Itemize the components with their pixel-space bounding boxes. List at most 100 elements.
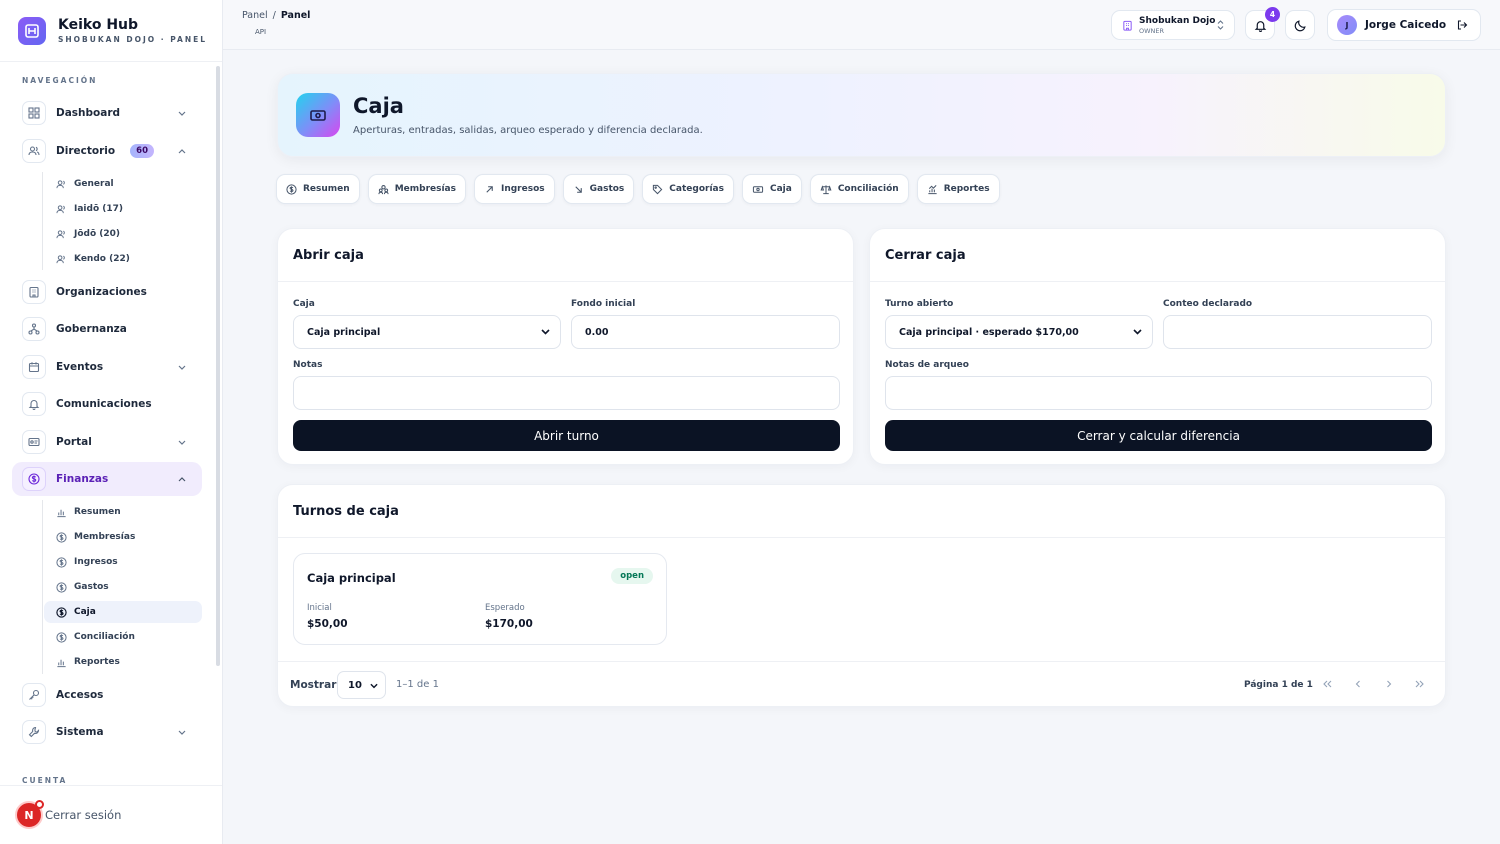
shift-name: Caja principal: [307, 571, 396, 585]
page-size-select[interactable]: 10: [337, 671, 386, 699]
first-page-icon[interactable]: [1317, 674, 1337, 694]
tab-label: Membresías: [394, 184, 456, 194]
tab-conciliacion[interactable]: Conciliación: [809, 174, 909, 204]
status-dot: [35, 800, 44, 809]
users-icon: [54, 204, 68, 215]
caja-select[interactable]: Caja principal: [293, 315, 561, 349]
nav-item-label: Sistema: [56, 726, 104, 738]
logout-row[interactable]: N Cerrar sesión: [0, 785, 222, 844]
network-icon: [22, 317, 46, 341]
sub-item-label: Gastos: [74, 582, 109, 592]
sub-item-ingresos[interactable]: Ingresos: [44, 551, 202, 573]
dollar-circle-icon: [54, 606, 68, 618]
dollar-circle-icon: [54, 556, 68, 568]
user-name: Jorge Caicedo: [1365, 19, 1447, 31]
notas-input[interactable]: [293, 376, 840, 410]
turno-select[interactable]: Caja principal · esperado $170,00: [885, 315, 1153, 349]
nav-item-dashboard[interactable]: Dashboard: [12, 96, 202, 130]
abrir-turno-button[interactable]: Abrir turno: [293, 420, 840, 451]
nav-item-organizaciones[interactable]: Organizaciones: [12, 275, 202, 309]
tree-line: [42, 172, 43, 270]
nav-item-accesos[interactable]: Accesos: [12, 678, 202, 712]
sub-item-general[interactable]: General: [44, 173, 202, 195]
sidebar-scrollbar[interactable]: [216, 66, 220, 666]
conteo-input[interactable]: [1163, 315, 1432, 349]
brand[interactable]: Keiko Hub SHOBUKAN DOJO · PANEL: [0, 0, 222, 62]
cerrar-caja-button[interactable]: Cerrar y calcular diferencia: [885, 420, 1432, 451]
moon-icon: [1294, 19, 1307, 32]
chevron-up-icon: [174, 148, 190, 154]
nav-item-directorio[interactable]: Directorio 60: [12, 134, 202, 168]
nav-item-finanzas[interactable]: Finanzas: [12, 462, 202, 496]
bell-icon: [1254, 19, 1267, 32]
dollar-circle-icon: [54, 581, 68, 593]
logout-button[interactable]: Cerrar sesión: [45, 808, 121, 822]
users-icon: [54, 254, 68, 265]
building-icon: [22, 280, 46, 304]
shift-item[interactable]: Caja principal open Inicial $50,00 Esper…: [293, 553, 667, 645]
tab-ingresos[interactable]: Ingresos: [473, 174, 555, 204]
inicial-value: $50,00: [307, 618, 348, 630]
sub-item-caja[interactable]: Caja: [44, 601, 202, 623]
nav-item-eventos[interactable]: Eventos: [12, 350, 202, 384]
sub-item-label: Jōdō (20): [74, 229, 121, 239]
theme-toggle-button[interactable]: [1285, 10, 1315, 40]
nav-item-gobernanza[interactable]: Gobernanza: [12, 312, 202, 346]
next-page-icon[interactable]: [1379, 674, 1399, 694]
sub-item-conciliacion[interactable]: Conciliación: [44, 626, 202, 648]
sub-item-gastos[interactable]: Gastos: [44, 576, 202, 598]
org-switcher[interactable]: Shobukan Dojo OWNER: [1111, 10, 1235, 40]
sub-item-iaido[interactable]: Iaidō (17): [44, 198, 202, 220]
nav-item-label: Comunicaciones: [56, 398, 152, 410]
notifications-button[interactable]: 4: [1245, 7, 1280, 40]
tab-caja[interactable]: Caja: [741, 174, 802, 204]
sub-item-kendo[interactable]: Kendo (22): [44, 248, 202, 270]
user-menu[interactable]: J Jorge Caicedo: [1327, 9, 1481, 41]
users-icon: [54, 229, 68, 240]
esperado-value: $170,00: [485, 618, 533, 630]
sub-item-label: Membresías: [74, 532, 136, 542]
sub-item-resumen[interactable]: Resumen: [44, 501, 202, 523]
breadcrumb-root[interactable]: Panel: [242, 10, 268, 21]
bar-chart-icon: [54, 657, 68, 668]
logout-icon[interactable]: [1456, 19, 1468, 31]
breadcrumb-current: Panel: [280, 10, 311, 21]
tab-label: Ingresos: [500, 184, 545, 194]
esperado-label: Esperado: [485, 603, 525, 613]
calendar-icon: [22, 355, 46, 379]
tab-categorias[interactable]: Categorías: [642, 174, 734, 204]
building-icon: [1122, 20, 1133, 31]
chevron-updown-icon: [1217, 20, 1224, 30]
sub-item-reportes[interactable]: Reportes: [44, 651, 202, 673]
notas-arqueo-input[interactable]: [885, 376, 1432, 410]
users-icon: [22, 139, 46, 163]
account-section-label: CUENTA: [22, 776, 68, 785]
topbar: Panel / Panel API Shobukan Dojo OWNER 4 J …: [223, 0, 1500, 50]
tab-label: Reportes: [943, 184, 990, 194]
nav-item-comunicaciones[interactable]: Comunicaciones: [12, 387, 202, 421]
nav-item-sistema[interactable]: Sistema: [12, 715, 202, 749]
bar-chart-icon: [54, 507, 68, 518]
sub-item-jodo[interactable]: Jōdō (20): [44, 223, 202, 245]
page-size-label: Mostrar: [290, 679, 337, 691]
chevron-down-icon: [174, 730, 190, 735]
last-page-icon[interactable]: [1410, 674, 1430, 694]
avatar[interactable]: N: [15, 800, 44, 829]
tab-membresias[interactable]: Membresías: [367, 174, 466, 204]
sub-item-membresias[interactable]: Membresías: [44, 526, 202, 548]
turno-select-value: Caja principal · esperado $170,00: [899, 326, 1079, 338]
prev-page-icon[interactable]: [1348, 674, 1368, 694]
nav-item-portal[interactable]: Portal: [12, 425, 202, 459]
fondo-input[interactable]: 0.00: [571, 315, 840, 349]
page-title: Caja: [353, 94, 404, 118]
tree-line: [42, 500, 43, 674]
key-icon: [22, 683, 46, 707]
tab-reportes[interactable]: Reportes: [916, 174, 1000, 204]
notification-count-badge: 4: [1265, 7, 1280, 22]
close-cash-card: Cerrar caja Turno abierto Caja principal…: [869, 228, 1446, 465]
tab-label: Conciliación: [837, 184, 899, 194]
page-info: Página 1 de 1: [1244, 680, 1313, 690]
tab-gastos[interactable]: Gastos: [562, 174, 635, 204]
tab-resumen[interactable]: Resumen: [276, 174, 360, 204]
range-text: 1–1 de 1: [396, 679, 439, 690]
